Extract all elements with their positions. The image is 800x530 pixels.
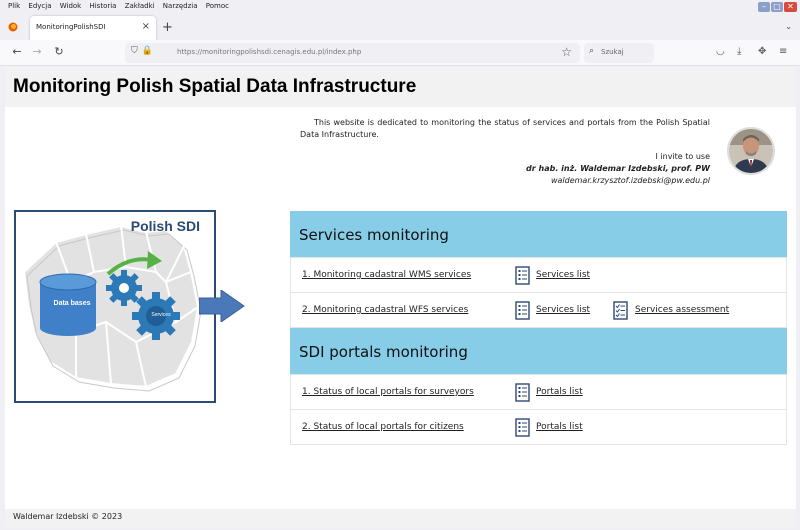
surveyors-portals-list-link[interactable]: Portals list (536, 387, 583, 397)
page-footer: Waldemar Izdebski © 2023 (5, 509, 796, 527)
minimize-window-button[interactable]: – (758, 2, 770, 12)
wfs-services-assessment-link[interactable]: Services assessment (635, 305, 729, 315)
wms-monitoring-link[interactable]: 1. Monitoring cadastral WMS services (302, 270, 471, 280)
databases-label: Data bases (53, 300, 91, 307)
new-tab-button[interactable]: + (162, 20, 173, 35)
menu-history[interactable]: Historia (89, 2, 116, 10)
service-row-wfs: 2. Monitoring cadastral WFS services Ser… (290, 292, 787, 328)
tab-title: MonitoringPolishSDI (36, 23, 106, 31)
menu-view[interactable]: Widok (60, 2, 82, 10)
url-text[interactable]: https://monitoringpolishsdi.cenagis.edu.… (177, 48, 361, 56)
citizens-portals-status-link[interactable]: 2. Status of local portals for citizens (302, 422, 464, 432)
maximize-window-button[interactable]: □ (771, 2, 783, 12)
services-monitoring-header: Services monitoring (290, 211, 787, 257)
checklist-icon[interactable] (613, 301, 628, 320)
portals-monitoring-title: SDI portals monitoring (299, 343, 468, 361)
forward-button[interactable]: → (30, 45, 44, 59)
author-email: waldemar.krzysztof.izdebski@pw.edu.pl (550, 176, 710, 185)
menu-edit[interactable]: Edycja (28, 2, 51, 10)
author-name: dr hab. inż. Waldemar Izdebski, prof. PW (526, 164, 710, 173)
page-header: Monitoring Polish Spatial Data Infrastru… (5, 67, 796, 107)
portal-row-surveyors: 1. Status of local portals for surveyors… (290, 374, 787, 410)
bookmark-star-icon[interactable]: ☆ (561, 45, 572, 59)
back-button[interactable]: ← (10, 45, 24, 59)
close-window-button[interactable]: ✕ (784, 2, 797, 12)
menu-tools[interactable]: Narzędzia (163, 2, 198, 10)
portal-row-citizens: 2. Status of local portals for citizens … (290, 409, 787, 445)
search-input[interactable]: ⌕ Szukaj (584, 43, 654, 63)
menu-file[interactable]: Plik (8, 2, 20, 10)
site-info-icon[interactable]: ⛉🔒 (131, 46, 157, 56)
firefox-view-icon[interactable] (8, 22, 18, 32)
services-gear-label: Services (151, 312, 171, 318)
author-photo (727, 127, 775, 175)
extensions-icon[interactable]: ✥ (758, 46, 766, 57)
downloads-icon[interactable]: ⤓ (737, 46, 741, 57)
menu-help[interactable]: Pomoc (206, 2, 229, 10)
portals-monitoring-header: SDI portals monitoring (290, 328, 787, 374)
footer-text: Waldemar Izdebski © 2023 (13, 512, 123, 521)
page-title: Monitoring Polish Spatial Data Infrastru… (13, 76, 417, 97)
wfs-services-list-link[interactable]: Services list (536, 305, 590, 315)
list-document-icon[interactable] (515, 418, 530, 437)
citizens-portals-list-link[interactable]: Portals list (536, 422, 583, 432)
arrow-right-icon (199, 290, 245, 322)
invite-text: I invite to use (655, 152, 711, 161)
intro-block: This website is dedicated to monitoring … (300, 117, 710, 187)
page-content: Monitoring Polish Spatial Data Infrastru… (5, 67, 796, 527)
list-all-tabs-icon[interactable]: ⌄ (785, 22, 792, 31)
list-document-icon[interactable] (515, 266, 530, 285)
browser-tab-active[interactable]: MonitoringPolishSDI × (30, 16, 156, 40)
list-document-icon[interactable] (515, 301, 530, 320)
navigation-bar: ← → ↻ ⛉🔒 https://monitoringpolishsdi.cen… (0, 40, 800, 66)
reload-button[interactable]: ↻ (52, 45, 66, 59)
wms-services-list-link[interactable]: Services list (536, 270, 590, 280)
intro-text: This website is dedicated to monitoring … (300, 118, 710, 139)
pocket-icon[interactable]: ◡ (716, 46, 725, 57)
search-icon: ⌕ (589, 46, 595, 56)
wfs-monitoring-link[interactable]: 2. Monitoring cadastral WFS services (302, 305, 468, 315)
menu-bookmarks[interactable]: Zakładki (125, 2, 155, 10)
services-monitoring-title: Services monitoring (299, 226, 449, 244)
sdi-figure-title: Polish SDI (130, 218, 200, 234)
polish-sdi-illustration: Polish SDI Data bases Services (14, 210, 216, 403)
surveyors-portals-status-link[interactable]: 1. Status of local portals for surveyors (302, 387, 474, 397)
search-placeholder: Szukaj (601, 48, 624, 56)
tab-strip: MonitoringPolishSDI × + ⌄ (0, 12, 800, 40)
service-row-wms: 1. Monitoring cadastral WMS services Ser… (290, 257, 787, 293)
tab-close-icon[interactable]: × (142, 21, 150, 32)
app-menu-icon[interactable]: ≡ (779, 46, 787, 57)
address-bar[interactable]: ⛉🔒 https://monitoringpolishsdi.cenagis.e… (125, 43, 580, 63)
menu-bar: Plik Edycja Widok Historia Zakładki Narz… (0, 0, 800, 12)
list-document-icon[interactable] (515, 383, 530, 402)
